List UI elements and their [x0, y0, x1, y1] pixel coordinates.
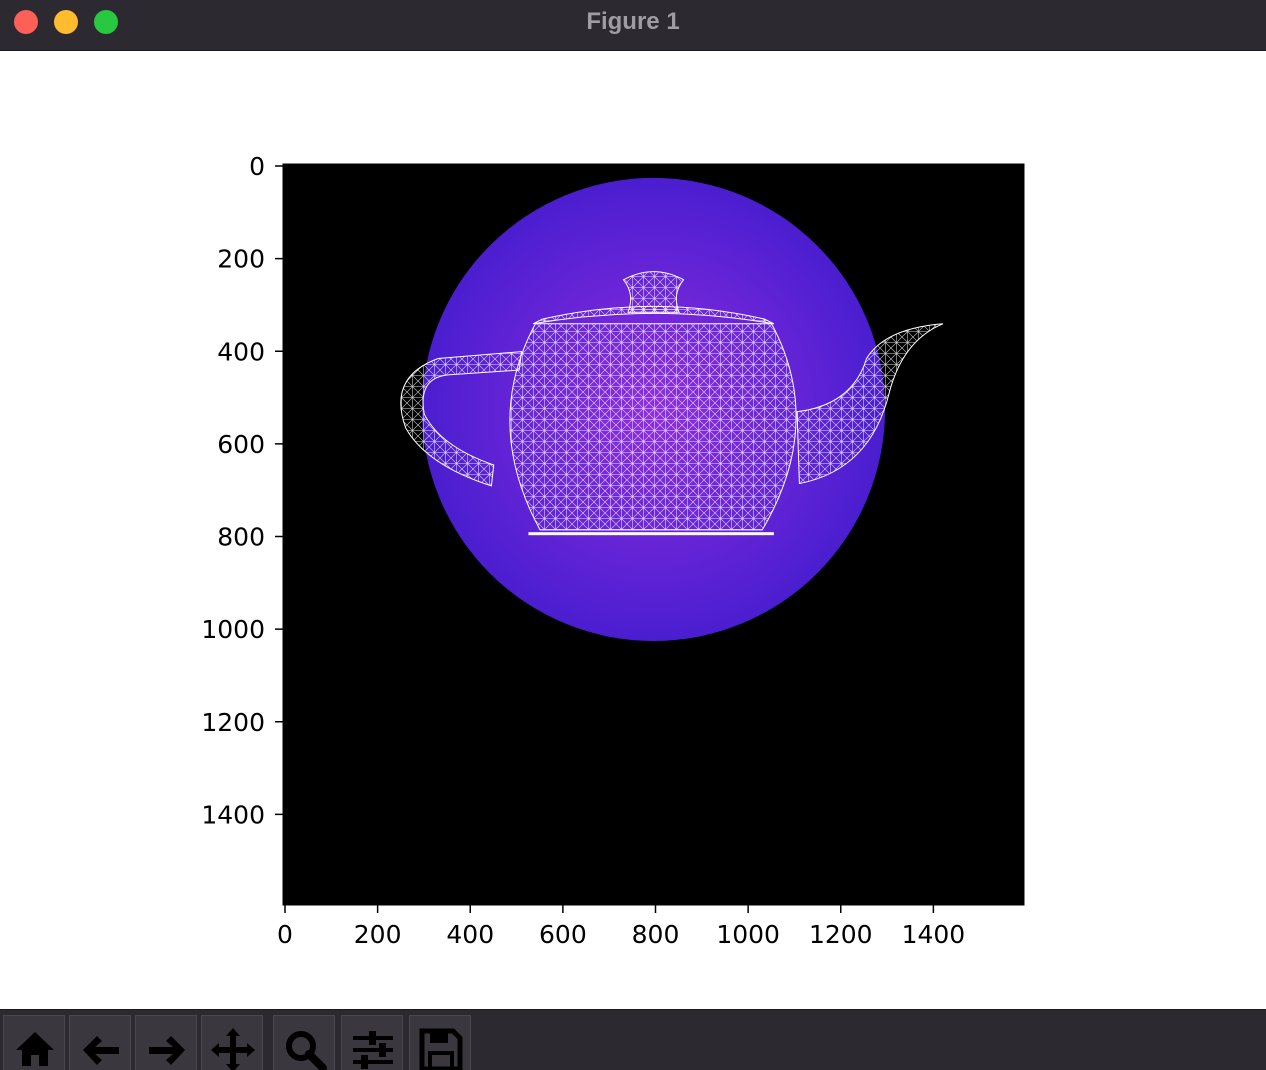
x-tick-label: 1400: [902, 920, 966, 949]
teapot-knob: [622, 271, 685, 313]
configure-subplots-icon: [353, 1031, 393, 1069]
back-arrow-icon: [83, 1036, 119, 1065]
y-tick-label: 0: [249, 152, 265, 181]
y-tick-label: 1000: [201, 615, 265, 644]
window-title: Figure 1: [586, 8, 680, 35]
x-tick-label: 800: [632, 920, 680, 949]
figure-window: Figure 1 0 200 400 600 800 1000 1200 1400 0 200 4…: [0, 0, 1266, 1070]
save-floppy-icon: [419, 1028, 463, 1070]
y-tick-label: 600: [217, 430, 265, 459]
forward-button[interactable]: [135, 1015, 197, 1070]
home-button[interactable]: [3, 1015, 65, 1070]
navigation-toolbar: [0, 1009, 1266, 1070]
y-tick-label: 1200: [201, 708, 265, 737]
x-tick-label: 600: [539, 920, 587, 949]
home-icon: [16, 1032, 54, 1066]
y-tick-label: 400: [217, 337, 265, 366]
y-tick-label: 200: [217, 245, 265, 274]
x-tick-label: 400: [446, 920, 494, 949]
zoom-magnifier-icon: [286, 1031, 327, 1070]
y-tick-label: 800: [217, 523, 265, 552]
title-bar[interactable]: Figure 1: [0, 0, 1266, 51]
pan-move-icon: [211, 1028, 255, 1070]
rendered-image: [283, 164, 1024, 905]
x-axis: 0 200 400 600 800 1000 1200 1400: [277, 905, 965, 949]
plot-area[interactable]: 0 200 400 600 800 1000 1200 1400 0 200 400 600 800 1…: [0, 51, 1266, 1009]
x-tick-label: 200: [354, 920, 402, 949]
teapot-base: [528, 532, 774, 536]
figure-canvas[interactable]: 0 200 400 600 800 1000 1200 1400 0 200 400 600 800 1…: [0, 51, 1266, 1009]
x-tick-label: 1200: [809, 920, 873, 949]
y-tick-label: 1400: [201, 800, 265, 829]
save-button[interactable]: [409, 1015, 471, 1070]
teapot-body: [509, 323, 797, 531]
configure-subplots-button[interactable]: [341, 1015, 403, 1070]
y-axis: 0 200 400 600 800 1000 1200 1400: [201, 152, 283, 829]
x-tick-label: 1000: [716, 920, 780, 949]
forward-arrow-icon: [149, 1036, 185, 1065]
x-tick-label: 0: [277, 920, 293, 949]
pan-button[interactable]: [201, 1015, 263, 1070]
back-button[interactable]: [69, 1015, 131, 1070]
zoom-button[interactable]: [273, 1015, 335, 1070]
